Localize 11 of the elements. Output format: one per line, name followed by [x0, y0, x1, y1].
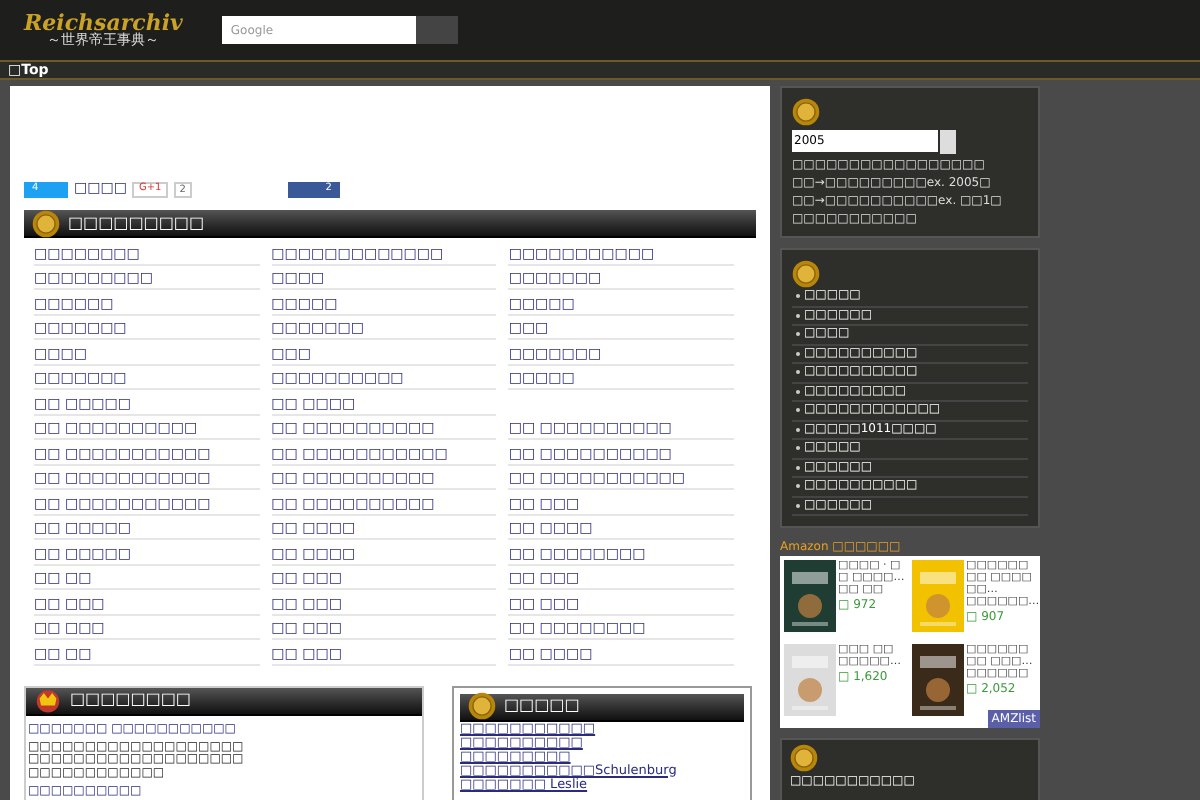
coin-icon	[468, 692, 496, 720]
year-search-button[interactable]	[940, 130, 956, 154]
crown-icon	[34, 686, 62, 714]
section-title: □□□□□□□□□	[68, 211, 205, 235]
section-title: □□□□□□□□	[70, 688, 191, 712]
search-button[interactable]	[416, 16, 459, 44]
coin-icon	[792, 260, 820, 288]
coin-icon	[792, 98, 820, 126]
coin-icon	[32, 209, 60, 237]
coin-icon	[790, 744, 818, 772]
section-title: □□□□□	[504, 694, 580, 718]
